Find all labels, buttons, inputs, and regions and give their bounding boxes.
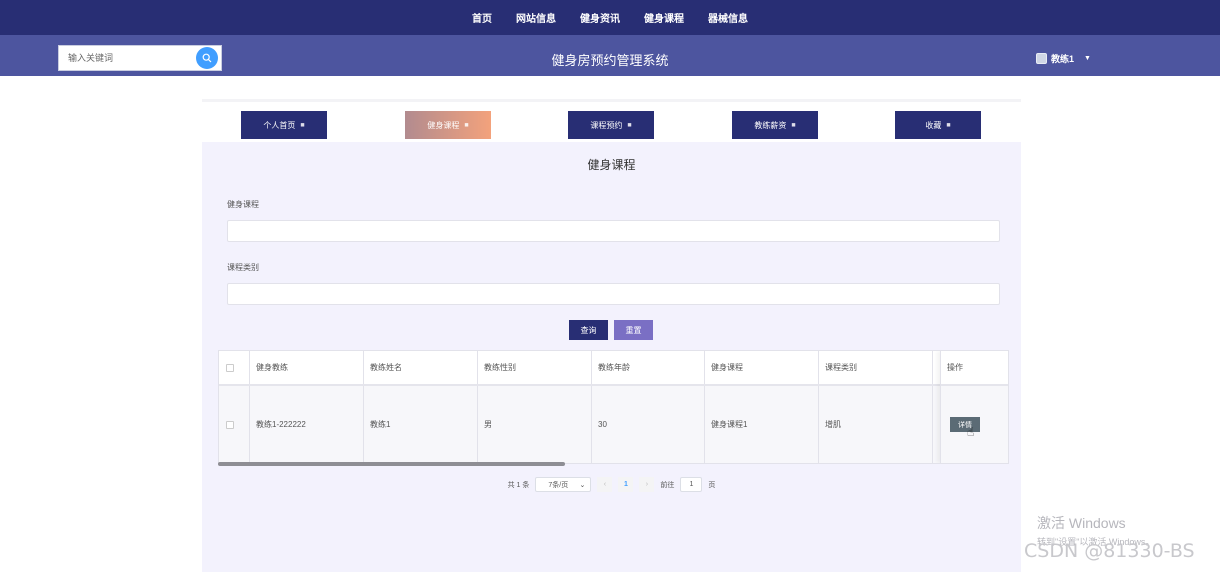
action-cell: 详情 ☝ bbox=[941, 386, 1008, 463]
top-navigation: 首页 网站信息 健身资讯 健身课程 器械信息 bbox=[0, 0, 1220, 35]
table-row: 教练1-222222 教练1 男 30 健身课程1 增肌 bbox=[219, 386, 1008, 463]
select-all-checkbox[interactable] bbox=[226, 363, 234, 372]
reset-button[interactable]: 重置 bbox=[614, 320, 653, 340]
tab-fitness-courses[interactable]: 健身课程 ■ bbox=[405, 111, 491, 139]
row-checkbox[interactable] bbox=[226, 420, 234, 429]
tab-label: 教练薪资 bbox=[754, 120, 787, 130]
nav-fitness-courses[interactable]: 健身课程 bbox=[644, 10, 684, 25]
tab-label: 个人首页 bbox=[263, 120, 296, 130]
username: 教练1 bbox=[1051, 54, 1075, 64]
avatar bbox=[1036, 53, 1047, 64]
table-cell: 教练1 bbox=[364, 386, 478, 463]
column-header: 健身教练 bbox=[250, 351, 364, 384]
column-header: 教练性别 bbox=[478, 351, 592, 384]
horizontal-scrollbar[interactable] bbox=[218, 462, 565, 466]
select-all-cell bbox=[219, 351, 250, 384]
action-column: 操作 详情 ☝ bbox=[940, 351, 1008, 463]
tab-course-booking[interactable]: 课程预约 ■ bbox=[568, 111, 654, 139]
nav-fitness-news[interactable]: 健身资讯 bbox=[580, 10, 620, 25]
hand-cursor-icon: ☝ bbox=[967, 425, 975, 439]
table-cell: 男 bbox=[478, 386, 592, 463]
nav-home[interactable]: 首页 bbox=[472, 10, 492, 25]
goto-label: 前往 bbox=[660, 481, 675, 489]
page-size-select[interactable]: 7条/页 ⌄ bbox=[535, 477, 592, 492]
nav-site-info[interactable]: 网站信息 bbox=[516, 10, 556, 25]
category-field[interactable] bbox=[227, 283, 1000, 305]
courses-table: 健身教练 教练姓名 教练性别 教练年龄 健身课程 课程类别 教练1-222222… bbox=[218, 350, 1009, 464]
column-header: 教练年龄 bbox=[592, 351, 705, 384]
home-icon: ■ bbox=[627, 121, 632, 129]
next-page-button[interactable]: › bbox=[639, 477, 655, 492]
action-column-header: 操作 bbox=[941, 351, 1008, 386]
chevron-down-icon: ⌄ bbox=[579, 481, 586, 489]
user-menu[interactable]: 教练1 ▼ bbox=[1036, 52, 1091, 65]
filter-label-course: 健身课程 bbox=[227, 200, 259, 209]
column-header: 课程类别 bbox=[819, 351, 933, 384]
page-size-value: 7条/页 bbox=[548, 481, 569, 489]
course-field[interactable] bbox=[227, 220, 1000, 242]
nav-equipment-info[interactable]: 器械信息 bbox=[708, 10, 748, 25]
home-icon: ■ bbox=[300, 121, 305, 129]
row-select-cell bbox=[219, 386, 250, 463]
tab-bar: 个人首页 ■ 健身课程 ■ 课程预约 ■ 教练薪资 ■ 收藏 ■ bbox=[202, 99, 1021, 142]
tab-label: 课程预约 bbox=[590, 120, 623, 130]
table-cell: 健身课程1 bbox=[705, 386, 819, 463]
column-header: 健身课程 bbox=[705, 351, 819, 384]
home-icon: ■ bbox=[791, 121, 796, 129]
main-content: 个人首页 ■ 健身课程 ■ 课程预约 ■ 教练薪资 ■ 收藏 ■ 健身课程 健身课程 课程… bbox=[202, 99, 1021, 572]
table-cell: 教练1-222222 bbox=[250, 386, 364, 463]
tab-personal-home[interactable]: 个人首页 ■ bbox=[241, 111, 327, 139]
watermark-title: 激活 Windows bbox=[1037, 515, 1126, 531]
query-button[interactable]: 查询 bbox=[569, 320, 608, 340]
home-icon: ■ bbox=[464, 121, 469, 129]
tab-label: 收藏 bbox=[925, 120, 942, 130]
table-header-row: 健身教练 教练姓名 教练性别 教练年龄 健身课程 课程类别 bbox=[219, 351, 1008, 386]
chevron-down-icon: ▼ bbox=[1084, 55, 1091, 62]
course-input[interactable] bbox=[228, 221, 999, 241]
table-cell: 增肌 bbox=[819, 386, 933, 463]
header-bar: 健身房预约管理系统 教练1 ▼ bbox=[0, 35, 1220, 76]
category-input[interactable] bbox=[228, 284, 999, 304]
table-cell: 30 bbox=[592, 386, 705, 463]
page-title: 健身课程 bbox=[587, 158, 636, 172]
total-count: 共 1 条 bbox=[507, 481, 530, 489]
detail-button[interactable]: 详情 bbox=[950, 417, 980, 432]
filter-label-category: 课程类别 bbox=[227, 263, 259, 272]
csdn-watermark: CSDN @81330-BS bbox=[1024, 540, 1195, 562]
page-number[interactable]: 1 bbox=[618, 477, 634, 492]
tab-favorites[interactable]: 收藏 ■ bbox=[895, 111, 981, 139]
prev-page-button[interactable]: ‹ bbox=[597, 477, 613, 492]
column-header: 教练姓名 bbox=[364, 351, 478, 384]
home-icon: ■ bbox=[946, 121, 951, 129]
tab-coach-salary[interactable]: 教练薪资 ■ bbox=[732, 111, 818, 139]
goto-page-input[interactable]: 1 bbox=[680, 477, 703, 492]
pagination: 共 1 条 7条/页 ⌄ ‹ 1 › 前往 1 页 bbox=[202, 477, 1021, 492]
page-unit: 页 bbox=[708, 481, 716, 489]
tab-label: 健身课程 bbox=[427, 120, 460, 130]
